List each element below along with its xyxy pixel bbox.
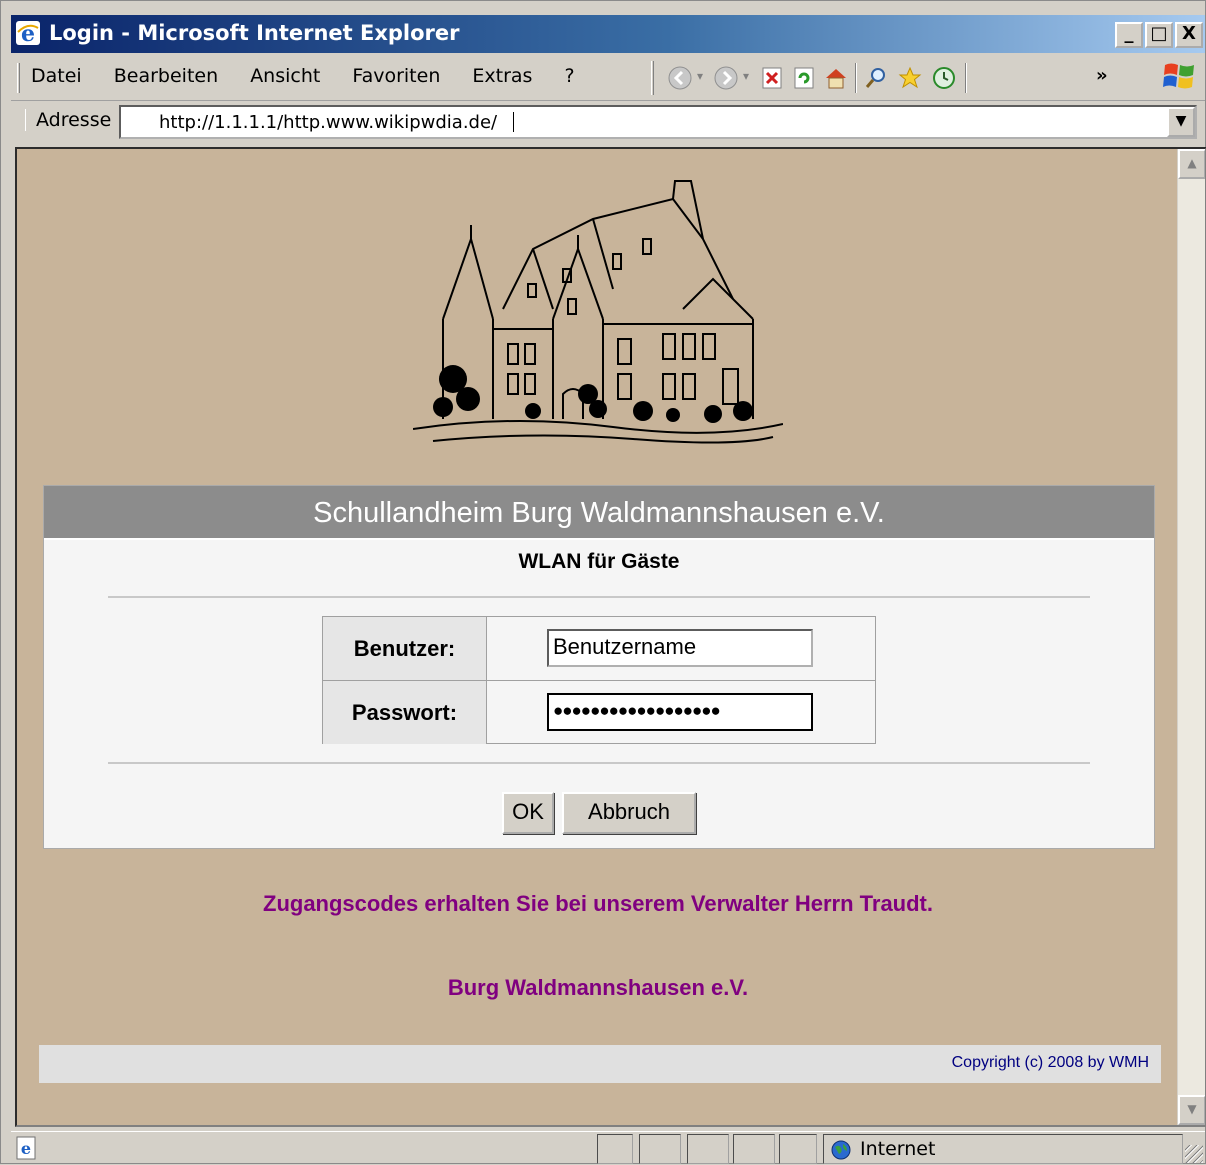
username-row: Benutzer: Benutzername <box>323 617 875 680</box>
globe-icon <box>831 1140 851 1160</box>
login-panel: Schullandheim Burg Waldmannshausen e.V. … <box>43 485 1155 849</box>
page-viewport: Schullandheim Burg Waldmannshausen e.V. … <box>15 147 1206 1127</box>
username-label: Benutzer: <box>323 617 487 680</box>
stop-icon[interactable] <box>759 65 785 91</box>
home-icon[interactable] <box>823 65 849 91</box>
toolbar-separator <box>965 63 967 93</box>
footer: Copyright (c) 2008 by WMH <box>39 1045 1161 1083</box>
copyright-text: Copyright (c) 2008 by WMH <box>951 1054 1149 1071</box>
menu-extras[interactable]: Extras <box>472 65 532 87</box>
divider <box>108 762 1090 764</box>
menu-datei[interactable]: Datei <box>31 65 82 87</box>
forward-icon[interactable] <box>713 65 739 91</box>
status-cell <box>687 1134 729 1164</box>
favorites-icon[interactable] <box>897 65 923 91</box>
address-input[interactable]: http://1.1.1.1/http.www.wikipwdia.de/ ▼ <box>119 105 1197 139</box>
organization-name: Burg Waldmannshausen e.V. <box>447 975 749 1000</box>
vertical-scrollbar[interactable]: ▲ ▼ <box>1177 149 1205 1125</box>
maximize-button[interactable]: □ <box>1145 22 1173 48</box>
toolbar-overflow-button[interactable]: » <box>1096 65 1108 86</box>
browser-window: e Login - Microsoft Internet Explorer _ □… <box>0 0 1206 1164</box>
title-bar: e Login - Microsoft Internet Explorer _ □… <box>11 15 1205 53</box>
login-header: Schullandheim Burg Waldmannshausen e.V. <box>44 486 1154 540</box>
scroll-down-button[interactable]: ▼ <box>1178 1095 1205 1125</box>
back-icon[interactable] <box>667 65 693 91</box>
menu-bearbeiten[interactable]: Bearbeiten <box>114 65 218 87</box>
castle-illustration <box>413 180 783 444</box>
access-code-info: Zugangscodes erhalten Sie bei unserem Ve… <box>263 891 933 916</box>
status-cell <box>733 1134 775 1164</box>
password-row: Passwort: ●●●●●●●●●●●●●●●●●● <box>323 681 875 744</box>
search-icon[interactable] <box>863 65 889 91</box>
username-field[interactable]: Benutzername <box>547 629 813 667</box>
menu-help[interactable]: ? <box>565 65 575 87</box>
window-title: Login - Microsoft Internet Explorer <box>49 21 460 45</box>
ie-icon: e <box>16 21 40 46</box>
status-cell <box>597 1134 633 1164</box>
minimize-button[interactable]: _ <box>1115 22 1143 48</box>
windows-logo-icon <box>1163 63 1194 89</box>
cancel-button[interactable]: Abbruch <box>562 792 696 834</box>
password-label: Passwort: <box>323 681 487 744</box>
scroll-up-button[interactable]: ▲ <box>1178 149 1205 179</box>
security-zone: Internet <box>823 1134 1183 1164</box>
refresh-icon[interactable] <box>791 65 817 91</box>
address-label: Adresse <box>25 109 111 131</box>
password-field[interactable]: ●●●●●●●●●●●●●●●●●● <box>547 693 813 731</box>
forward-dropdown-icon[interactable]: ▾ <box>743 69 749 83</box>
status-cell <box>779 1134 817 1164</box>
close-button[interactable]: X <box>1175 22 1203 48</box>
menu-favoriten[interactable]: Favoriten <box>352 65 440 87</box>
divider <box>108 596 1090 598</box>
toolbar-separator <box>855 63 857 93</box>
address-bar: Adresse http://1.1.1.1/http.www.wikipwdi… <box>11 103 1205 143</box>
address-value[interactable]: http://1.1.1.1/http.www.wikipwdia.de/ <box>159 112 497 133</box>
status-cell <box>639 1134 681 1164</box>
menu-bar: Datei Bearbeiten Ansicht Favoriten Extra… <box>11 55 1205 101</box>
menu-ansicht[interactable]: Ansicht <box>250 65 320 87</box>
svg-text:e: e <box>21 1139 31 1158</box>
resize-grip[interactable] <box>1185 1145 1203 1163</box>
page-icon: e <box>16 1136 36 1160</box>
history-icon[interactable] <box>931 65 957 91</box>
toolbar-grip <box>651 61 654 95</box>
svg-text:e: e <box>21 21 35 46</box>
status-bar: e Internet <box>11 1131 1205 1165</box>
back-dropdown-icon[interactable]: ▾ <box>697 69 703 83</box>
address-dropdown-button[interactable]: ▼ <box>1167 107 1195 137</box>
text-caret <box>513 112 514 132</box>
menu-grip <box>17 63 20 93</box>
zone-label: Internet <box>860 1138 936 1160</box>
credentials-table: Benutzer: Benutzername Passwort: ●●●●●●●… <box>322 616 876 744</box>
login-subtitle: WLAN für Gäste <box>518 550 680 573</box>
ok-button[interactable]: OK <box>502 792 554 834</box>
